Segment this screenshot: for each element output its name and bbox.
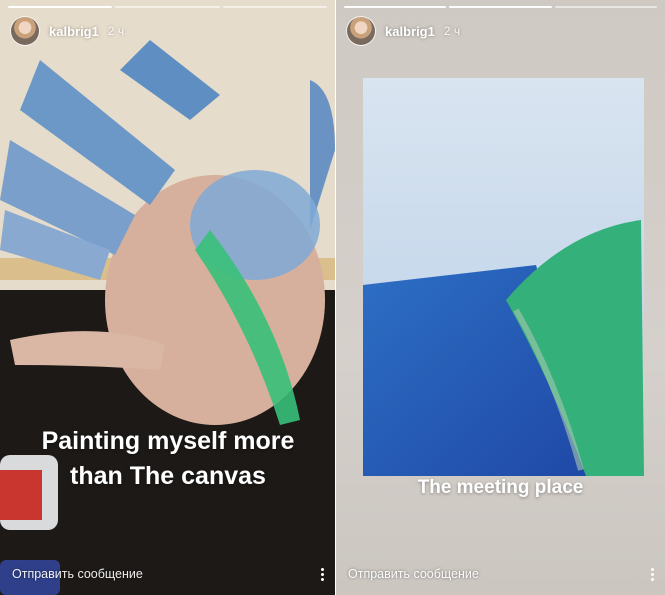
story-progress-bar bbox=[8, 6, 327, 8]
story-caption: The meeting place bbox=[417, 477, 584, 498]
more-vertical-icon[interactable] bbox=[649, 567, 655, 581]
reply-input[interactable]: Отправить сообщение bbox=[12, 567, 143, 581]
reply-input[interactable]: Отправить сообщение bbox=[348, 567, 479, 581]
story-right[interactable]: kalbrig1 2 ч The meeting place Отправить… bbox=[336, 0, 665, 595]
story-footer: Отправить сообщение bbox=[12, 567, 325, 581]
username[interactable]: kalbrig1 bbox=[385, 24, 435, 39]
photo-painted-hand bbox=[0, 0, 335, 595]
story-caption: Painting myself more than The canvas bbox=[41, 427, 295, 490]
photo-painting bbox=[363, 78, 644, 476]
more-vertical-icon[interactable] bbox=[319, 567, 325, 581]
avatar[interactable] bbox=[346, 16, 376, 46]
story-progress-bar bbox=[344, 6, 657, 8]
progress-segment bbox=[344, 6, 447, 8]
username[interactable]: kalbrig1 bbox=[49, 24, 99, 39]
post-time: 2 ч bbox=[443, 24, 461, 38]
post-time: 2 ч bbox=[107, 24, 125, 38]
story-header[interactable]: kalbrig1 2 ч bbox=[10, 16, 124, 46]
avatar[interactable] bbox=[10, 16, 40, 46]
progress-segment bbox=[554, 6, 657, 8]
progress-segment bbox=[222, 6, 327, 8]
story-left[interactable]: kalbrig1 2 ч Painting myself more than T… bbox=[0, 0, 335, 595]
story-header[interactable]: kalbrig1 2 ч bbox=[346, 16, 460, 46]
progress-segment bbox=[449, 6, 552, 8]
progress-segment bbox=[8, 6, 113, 8]
story-footer: Отправить сообщение bbox=[348, 567, 655, 581]
progress-segment bbox=[115, 6, 220, 8]
